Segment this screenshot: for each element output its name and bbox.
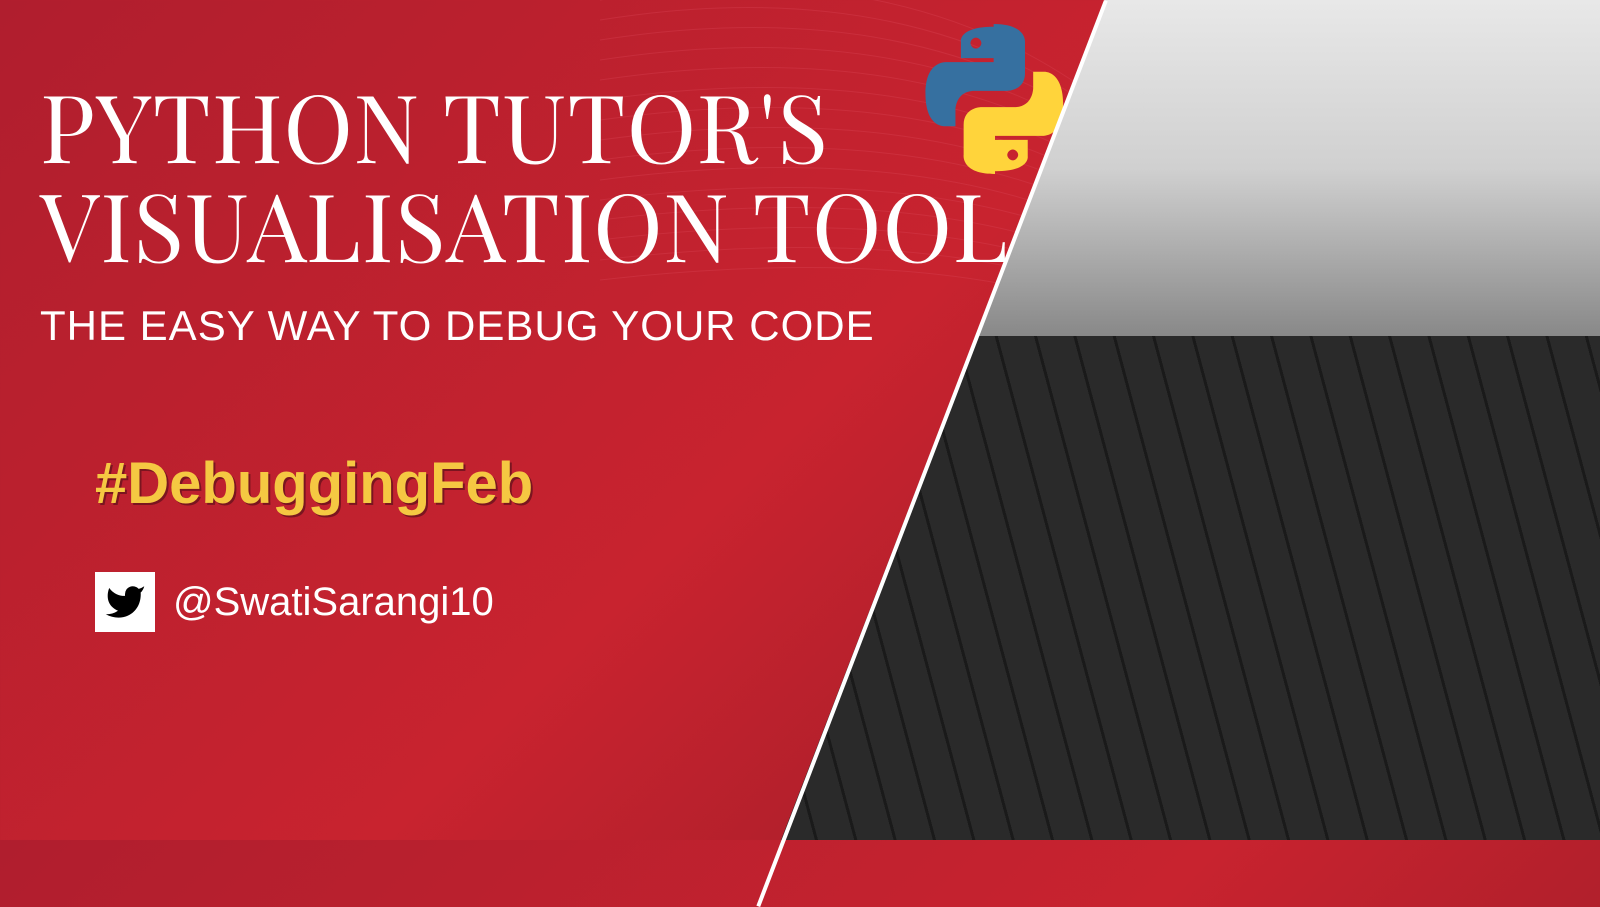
twitter-handle-text: @SwatiSarangi10: [173, 580, 494, 625]
title-line-2: VISUALISATION TOOL: [40, 160, 1009, 286]
twitter-icon: [95, 572, 155, 632]
banner-container: PYTHON TUTOR'S VISUALISATION TOOL THE EA…: [0, 0, 1600, 840]
